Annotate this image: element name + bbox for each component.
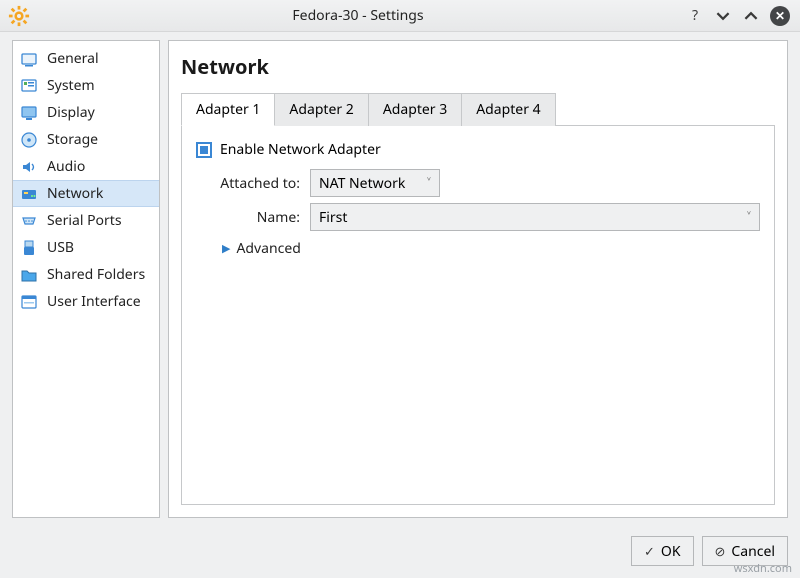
window-title: Fedora-30 - Settings (30, 6, 686, 25)
sidebar-item-label: User Interface (47, 292, 141, 311)
enable-adapter-checkbox[interactable] (196, 142, 212, 158)
sidebar-item-audio[interactable]: Audio (13, 153, 159, 180)
tab-adapter-3[interactable]: Adapter 3 (369, 93, 462, 126)
tabbar: Adapter 1 Adapter 2 Adapter 3 Adapter 4 (181, 92, 775, 125)
cancel-label: Cancel (731, 542, 775, 561)
sidebar-item-label: System (47, 76, 95, 95)
window-controls: ? ✕ (686, 6, 790, 26)
folder-icon (19, 265, 39, 285)
sidebar-item-label: Shared Folders (47, 265, 145, 284)
advanced-toggle[interactable]: ▶ Advanced (222, 239, 760, 258)
close-icon[interactable]: ✕ (770, 6, 790, 26)
sidebar-item-network[interactable]: Network (13, 180, 159, 207)
storage-icon (19, 130, 39, 150)
attached-to-select[interactable]: NAT Network ˅ (310, 169, 440, 197)
name-select[interactable]: First ˅ (310, 203, 760, 231)
maximize-icon[interactable] (742, 7, 760, 25)
triangle-right-icon: ▶ (222, 241, 230, 256)
check-icon: ✓ (644, 542, 655, 560)
sidebar-item-general[interactable]: General (13, 45, 159, 72)
tab-adapter-2[interactable]: Adapter 2 (275, 93, 368, 126)
page-title: Network (181, 53, 775, 80)
content-area: General System Display Storage Audio Net… (12, 40, 788, 518)
name-row: Name: First ˅ (196, 203, 760, 231)
network-icon (19, 184, 39, 204)
system-icon (19, 76, 39, 96)
sidebar-item-usb[interactable]: USB (13, 234, 159, 261)
footer: ✓ OK ⊘ Cancel (12, 536, 788, 566)
sidebar: General System Display Storage Audio Net… (12, 40, 160, 518)
sidebar-item-label: Serial Ports (47, 211, 122, 230)
tab-adapter-4[interactable]: Adapter 4 (462, 93, 555, 126)
sidebar-item-serial-ports[interactable]: Serial Ports (13, 207, 159, 234)
sidebar-item-display[interactable]: Display (13, 99, 159, 126)
sidebar-item-label: Network (47, 184, 103, 203)
serial-icon (19, 211, 39, 231)
titlebar: Fedora-30 - Settings ? ✕ (0, 0, 800, 32)
sidebar-item-label: Storage (47, 130, 98, 149)
usb-icon (19, 238, 39, 258)
display-icon (19, 103, 39, 123)
app-gear-icon (8, 5, 30, 27)
name-label: Name: (196, 208, 300, 227)
ui-icon (19, 292, 39, 312)
tab-adapter-1[interactable]: Adapter 1 (181, 93, 275, 126)
sidebar-item-storage[interactable]: Storage (13, 126, 159, 153)
attached-to-label: Attached to: (196, 174, 300, 193)
tabpane: Enable Network Adapter Attached to: NAT … (181, 125, 775, 505)
minimize-icon[interactable] (714, 7, 732, 25)
watermark: wsxdn.com (734, 561, 792, 576)
advanced-label: Advanced (236, 239, 300, 258)
enable-adapter-label: Enable Network Adapter (220, 140, 381, 159)
audio-icon (19, 157, 39, 177)
cancel-icon: ⊘ (715, 542, 726, 560)
sidebar-item-label: USB (47, 238, 74, 257)
ok-label: OK (661, 542, 681, 561)
sidebar-item-label: Audio (47, 157, 85, 176)
chevron-down-icon: ˅ (747, 208, 751, 227)
sidebar-item-shared-folders[interactable]: Shared Folders (13, 261, 159, 288)
enable-adapter-row: Enable Network Adapter (196, 140, 760, 159)
general-icon (19, 49, 39, 69)
attached-to-row: Attached to: NAT Network ˅ (196, 169, 760, 197)
sidebar-item-label: Display (47, 103, 95, 122)
help-icon[interactable]: ? (686, 7, 704, 25)
sidebar-item-user-interface[interactable]: User Interface (13, 288, 159, 315)
ok-button[interactable]: ✓ OK (631, 536, 694, 566)
main-panel: Network Adapter 1 Adapter 2 Adapter 3 Ad… (168, 40, 788, 518)
sidebar-item-label: General (47, 49, 99, 68)
name-value: First (319, 208, 347, 227)
attached-to-value: NAT Network (319, 174, 405, 193)
sidebar-item-system[interactable]: System (13, 72, 159, 99)
chevron-down-icon: ˅ (427, 174, 431, 193)
